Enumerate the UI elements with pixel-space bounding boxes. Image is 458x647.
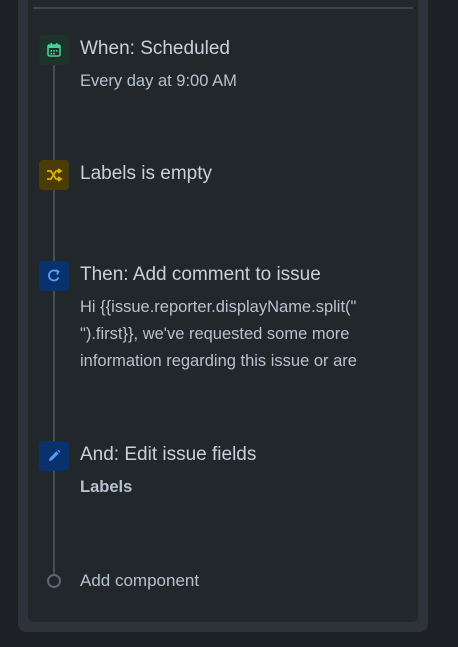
comment-line-1: Hi {{issue.reporter.displayName.split("	[80, 298, 357, 316]
calendar-icon[interactable]	[39, 35, 69, 65]
shuffle-icon[interactable]	[39, 160, 69, 190]
add-component-dot	[47, 574, 61, 588]
add-component-button[interactable]: Add component	[80, 571, 199, 591]
comment-line-3: information regarding this issue or are	[80, 352, 357, 370]
condition-title[interactable]: Labels is empty	[80, 163, 212, 185]
refresh-icon[interactable]	[39, 261, 69, 291]
edit-action-title[interactable]: And: Edit issue fields	[80, 444, 256, 466]
pencil-icon[interactable]	[39, 441, 69, 471]
trigger-description: Every day at 9:00 AM	[80, 72, 237, 90]
comment-line-2: ").first}}, we've requested some more	[80, 325, 350, 343]
timeline-connector	[53, 50, 55, 574]
edit-field-label: Labels	[80, 478, 133, 496]
top-divider	[33, 7, 413, 9]
comment-action-title[interactable]: Then: Add comment to issue	[80, 264, 321, 286]
trigger-title[interactable]: When: Scheduled	[80, 38, 230, 60]
